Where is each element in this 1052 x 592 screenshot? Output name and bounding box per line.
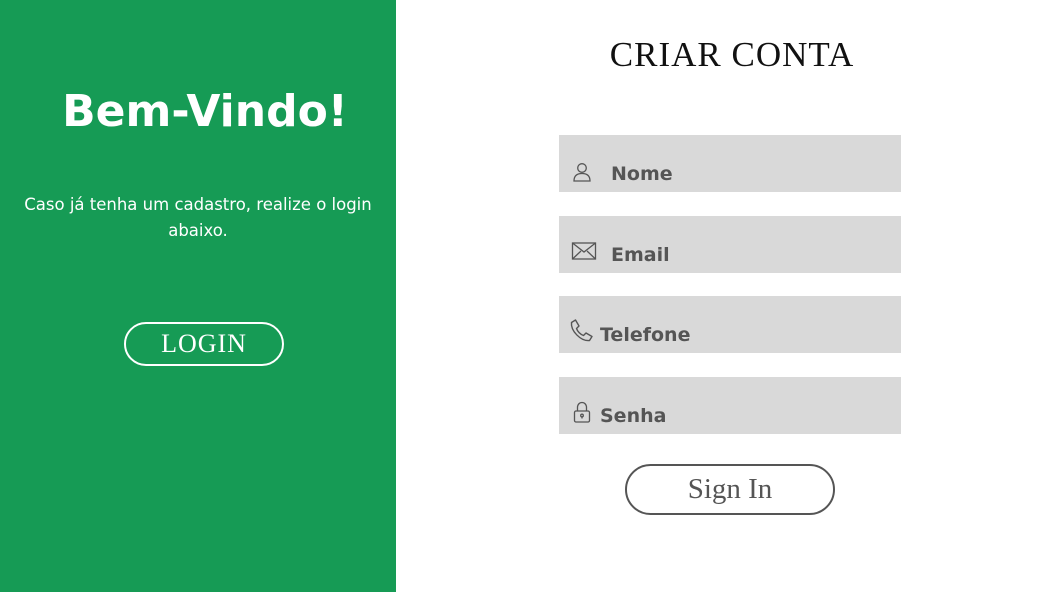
envelope-icon <box>571 240 597 262</box>
signup-title: CRIAR CONTA <box>609 35 855 74</box>
password-field-label: Senha <box>600 405 667 427</box>
phone-icon <box>567 318 595 344</box>
lock-icon <box>569 401 595 423</box>
login-button[interactable]: LOGIN <box>124 322 284 366</box>
phone-field-label: Telefone <box>600 324 691 346</box>
phone-field[interactable]: Telefone <box>559 296 901 353</box>
email-field-label: Email <box>611 244 670 266</box>
name-field[interactable]: Nome <box>559 135 901 192</box>
welcome-panel: Bem-Vindo! Caso já tenha um cadastro, re… <box>0 0 396 592</box>
email-field[interactable]: Email <box>559 216 901 273</box>
user-icon <box>569 161 595 183</box>
sign-in-button[interactable]: Sign In <box>625 464 835 515</box>
name-field-label: Nome <box>611 163 673 185</box>
password-field[interactable]: Senha <box>559 377 901 434</box>
welcome-title: Bem-Vindo! <box>62 86 348 137</box>
welcome-text: Caso já tenha um cadastro, realize o log… <box>24 195 372 240</box>
